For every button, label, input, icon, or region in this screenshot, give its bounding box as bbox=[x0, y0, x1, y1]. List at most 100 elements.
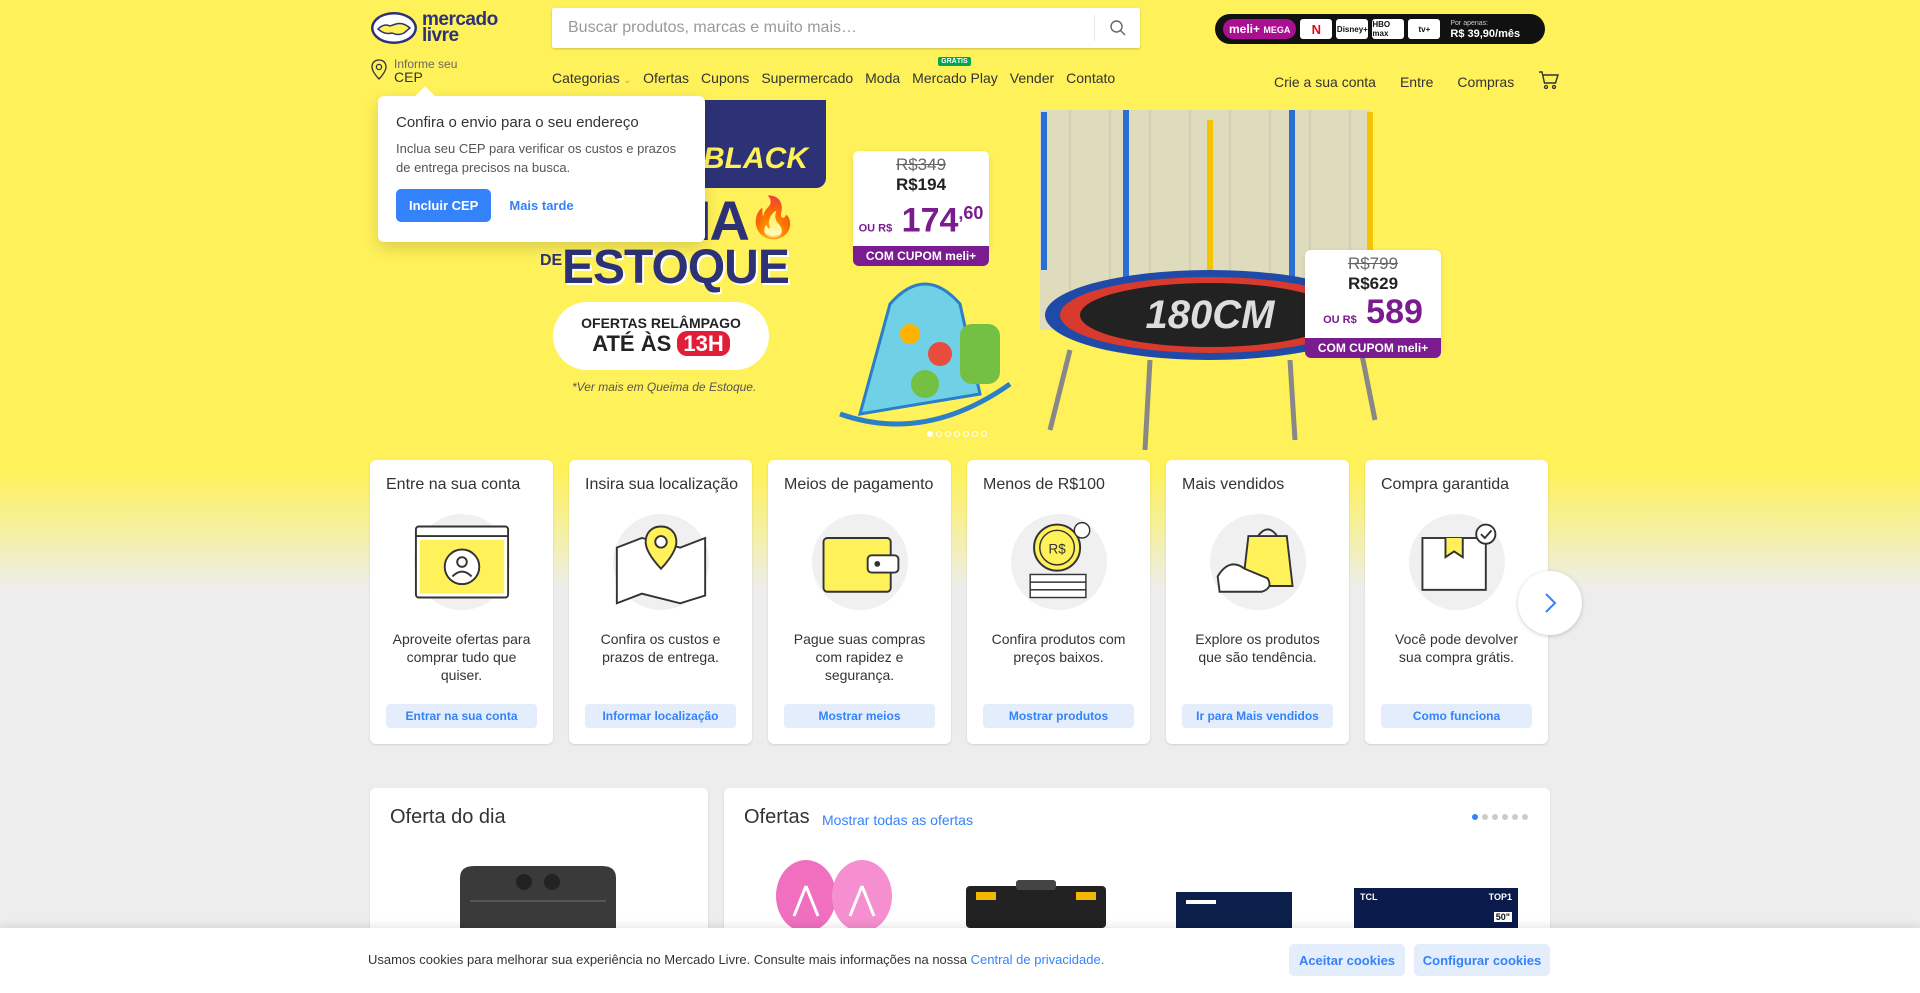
cart-icon[interactable] bbox=[1538, 70, 1560, 93]
tv-size-badge: 50" bbox=[1493, 912, 1512, 922]
nav-categorias[interactable]: Categorias ⌄ bbox=[552, 70, 631, 86]
hero-dot[interactable] bbox=[954, 431, 960, 437]
offers-dot[interactable] bbox=[1522, 814, 1528, 820]
create-account-link[interactable]: Crie a sua conta bbox=[1274, 74, 1376, 90]
hbo-max-logo: HBO max bbox=[1372, 19, 1405, 39]
rocker-new-price: OU R$ 174,60 bbox=[853, 195, 989, 246]
hero-note: *Ver mais em Queima de Estoque. bbox=[572, 380, 757, 394]
card-login[interactable]: Entre na sua conta Aproveite ofertas par… bbox=[370, 460, 553, 744]
card-payment-button[interactable]: Mostrar meios bbox=[784, 704, 935, 728]
card-title: Insira sua localização bbox=[585, 476, 738, 493]
search-input[interactable] bbox=[552, 8, 1094, 48]
cep-value: CEP bbox=[394, 69, 423, 85]
card-payment[interactable]: Meios de pagamento Pague suas compras co… bbox=[768, 460, 951, 744]
cookie-message: Usamos cookies para melhorar sua experiê… bbox=[368, 952, 968, 967]
privacy-center-link[interactable]: Central de privacidade. bbox=[971, 952, 1105, 967]
logo-text-line2: livre bbox=[422, 25, 459, 46]
offer-item-tv[interactable]: TCL TOP1 50" bbox=[1354, 888, 1518, 928]
cep-popover: Confira o envio para o seu endereço Incl… bbox=[378, 96, 705, 242]
meli-mega-label: MEGA bbox=[1263, 25, 1291, 35]
svg-text:R$: R$ bbox=[1048, 541, 1066, 556]
trampoline-size-label: 180CM bbox=[1146, 293, 1277, 337]
card-description: Confira os custos e prazos de entrega. bbox=[600, 631, 721, 665]
flash-offers-label: OFERTAS RELÂMPAGO bbox=[581, 315, 741, 331]
chevron-right-icon bbox=[1545, 593, 1557, 613]
configure-cookies-button[interactable]: Configurar cookies bbox=[1414, 944, 1550, 976]
later-button[interactable]: Mais tarde bbox=[509, 198, 573, 213]
trampoline-old-price: R$799 bbox=[1347, 254, 1399, 273]
price-tag-trampoline: R$799 R$629 OU R$ 589 COM CUPOM meli+ bbox=[1305, 250, 1441, 358]
meli-price-value: R$ 39,90/mês bbox=[1450, 28, 1521, 40]
deal-title: Oferta do dia bbox=[390, 806, 506, 828]
meli-plus-banner[interactable]: meli+ MEGA N Disney+ HBO max tv+ Por ape… bbox=[1215, 14, 1545, 44]
hero-dot[interactable] bbox=[972, 431, 978, 437]
purchases-link[interactable]: Compras bbox=[1457, 74, 1514, 90]
accept-cookies-button[interactable]: Aceitar cookies bbox=[1289, 944, 1405, 976]
netflix-logo: N bbox=[1300, 19, 1333, 39]
card-description: Explore os produtos que são tendência. bbox=[1195, 631, 1320, 665]
card-location[interactable]: Insira sua localização Confira os custos… bbox=[569, 460, 752, 744]
offers-dot[interactable] bbox=[1502, 814, 1508, 820]
nav-supermercado[interactable]: Supermercado bbox=[761, 70, 853, 86]
location-pin-icon bbox=[371, 59, 387, 80]
chevron-down-icon: ⌄ bbox=[623, 75, 632, 85]
offer-item-console[interactable] bbox=[1174, 890, 1294, 928]
shortcut-cards: Entre na sua conta Aproveite ofertas par… bbox=[370, 460, 1548, 744]
card-location-button[interactable]: Informar localização bbox=[585, 704, 736, 728]
mercado-livre-logo[interactable]: mercado livre bbox=[370, 10, 506, 46]
card-how-it-works-button[interactable]: Como funciona bbox=[1381, 704, 1532, 728]
hero-dot[interactable] bbox=[963, 431, 969, 437]
card-best-sellers[interactable]: Mais vendidos Explore os produtos que sã… bbox=[1166, 460, 1349, 744]
nav-vender[interactable]: Vender bbox=[1010, 70, 1054, 86]
search-button[interactable] bbox=[1094, 15, 1140, 41]
nav-contato[interactable]: Contato bbox=[1066, 70, 1115, 86]
login-link[interactable]: Entre bbox=[1400, 74, 1433, 90]
rocker-new-price-value: 174 bbox=[901, 201, 959, 240]
flash-offers-badge: OFERTAS RELÂMPAGO ATÉ ÀS 13H bbox=[553, 302, 769, 370]
trampoline-coupon-label: COM CUPOM meli+ bbox=[1305, 338, 1441, 358]
coin-stack-icon: R$ bbox=[1010, 514, 1107, 610]
nav-mercado-play-label: Mercado Play bbox=[912, 70, 998, 86]
flash-offers-until: ATÉ ÀS bbox=[592, 331, 672, 356]
hero-pagination bbox=[927, 431, 987, 437]
offers-dot[interactable] bbox=[1482, 814, 1488, 820]
offers-pagination bbox=[1472, 814, 1528, 820]
flash-offers-hour: 13H bbox=[677, 331, 730, 356]
trampoline-mid-price: R$629 bbox=[1347, 274, 1399, 293]
card-title: Menos de R$100 bbox=[983, 476, 1105, 493]
offers-dot[interactable] bbox=[1492, 814, 1498, 820]
show-all-offers-link[interactable]: Mostrar todas as ofertas bbox=[822, 812, 973, 828]
nav-cupons[interactable]: Cupons bbox=[701, 70, 749, 86]
hero-black-text: BLACK bbox=[703, 142, 808, 175]
offers-dot[interactable] bbox=[1512, 814, 1518, 820]
include-cep-button[interactable]: Incluir CEP bbox=[396, 189, 492, 222]
nav-ofertas[interactable]: Ofertas bbox=[643, 70, 689, 86]
gratis-badge: GRÁTIS bbox=[938, 57, 971, 66]
card-login-button[interactable]: Entrar na sua conta bbox=[386, 704, 537, 728]
popover-title: Confira o envio para o seu endereço bbox=[396, 114, 639, 131]
baby-rocker-image bbox=[830, 244, 1020, 434]
cep-selector[interactable]: Informe seu CEP bbox=[370, 58, 457, 84]
cards-next-button[interactable] bbox=[1518, 571, 1582, 635]
rocker-ou-label: OU R$ bbox=[858, 222, 893, 235]
card-products-button[interactable]: Mostrar produtos bbox=[983, 704, 1134, 728]
card-under-100[interactable]: Menos de R$100 R$ Confira produtos com p… bbox=[967, 460, 1150, 744]
map-pin-icon bbox=[612, 514, 709, 610]
nav-mercado-play[interactable]: GRÁTIS Mercado Play bbox=[912, 57, 998, 86]
offer-item-tool-kit[interactable] bbox=[946, 880, 1126, 928]
cookie-text: Usamos cookies para melhorar sua experiê… bbox=[368, 952, 1104, 967]
search-icon bbox=[1109, 20, 1125, 36]
package-check-icon bbox=[1408, 514, 1505, 610]
hero-dot[interactable] bbox=[981, 431, 987, 437]
hero-dot[interactable] bbox=[936, 431, 942, 437]
nav-moda[interactable]: Moda bbox=[865, 70, 900, 86]
hero-dot[interactable] bbox=[927, 431, 933, 437]
card-best-sellers-button[interactable]: Ir para Mais vendidos bbox=[1182, 704, 1333, 728]
rocker-old-price: R$349 bbox=[895, 155, 947, 174]
offer-item-flip-flops[interactable] bbox=[764, 856, 904, 932]
hero-dot[interactable] bbox=[945, 431, 951, 437]
hero-carousel[interactable]: BLACK IA 🔥 DE ESTOQUE OFERTAS RELÂMPAGO … bbox=[0, 96, 1920, 456]
offers-dot[interactable] bbox=[1472, 814, 1478, 820]
card-description: Pague suas compras com rapidez e seguran… bbox=[793, 631, 926, 683]
trampoline-new-price: OU R$ 589 bbox=[1305, 294, 1441, 338]
